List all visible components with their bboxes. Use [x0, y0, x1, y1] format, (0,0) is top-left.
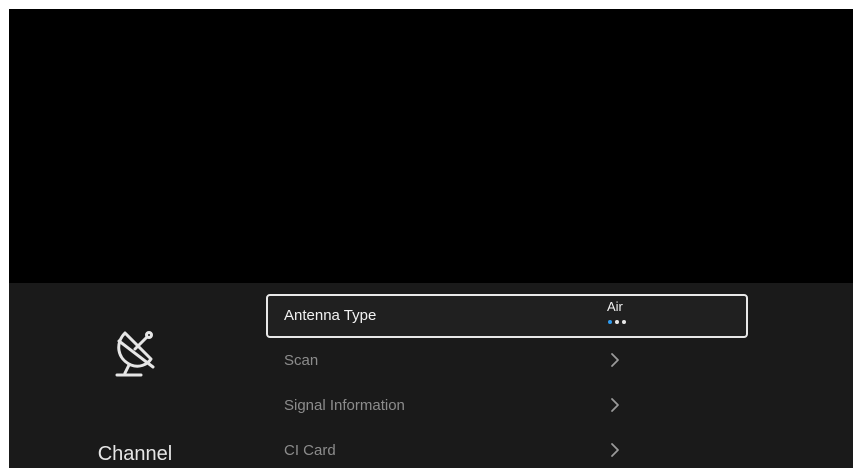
- menu-item-label: Signal Information: [284, 397, 405, 414]
- chevron-right-icon: [611, 353, 619, 367]
- antenna-type-value: Air: [607, 299, 623, 314]
- satellite-dish-icon: [115, 331, 155, 377]
- menu-item-signal-information[interactable]: Signal Information: [266, 384, 748, 428]
- menu-item-ci-card[interactable]: CI Card: [266, 429, 748, 468]
- option-indicator: [608, 320, 626, 324]
- menu-item-antenna-type[interactable]: Antenna Type Air: [266, 294, 748, 338]
- menu-item-label: Scan: [284, 352, 319, 369]
- tv-screen: Channel Antenna Type Air Scan Signal Inf: [9, 9, 853, 468]
- option-dot-active: [608, 320, 612, 324]
- menu-item-scan[interactable]: Scan: [266, 339, 748, 383]
- menu-item-label: Antenna Type: [284, 307, 377, 324]
- option-dot: [622, 320, 626, 324]
- chevron-right-icon: [611, 443, 619, 457]
- chevron-right-icon: [611, 398, 619, 412]
- channel-settings-menu: Antenna Type Air Scan Signal Information: [266, 294, 748, 468]
- category-label: Channel: [97, 443, 173, 465]
- settings-panel: Channel Antenna Type Air Scan Signal Inf: [9, 283, 853, 468]
- option-dot: [615, 320, 619, 324]
- menu-item-label: CI Card: [284, 442, 336, 459]
